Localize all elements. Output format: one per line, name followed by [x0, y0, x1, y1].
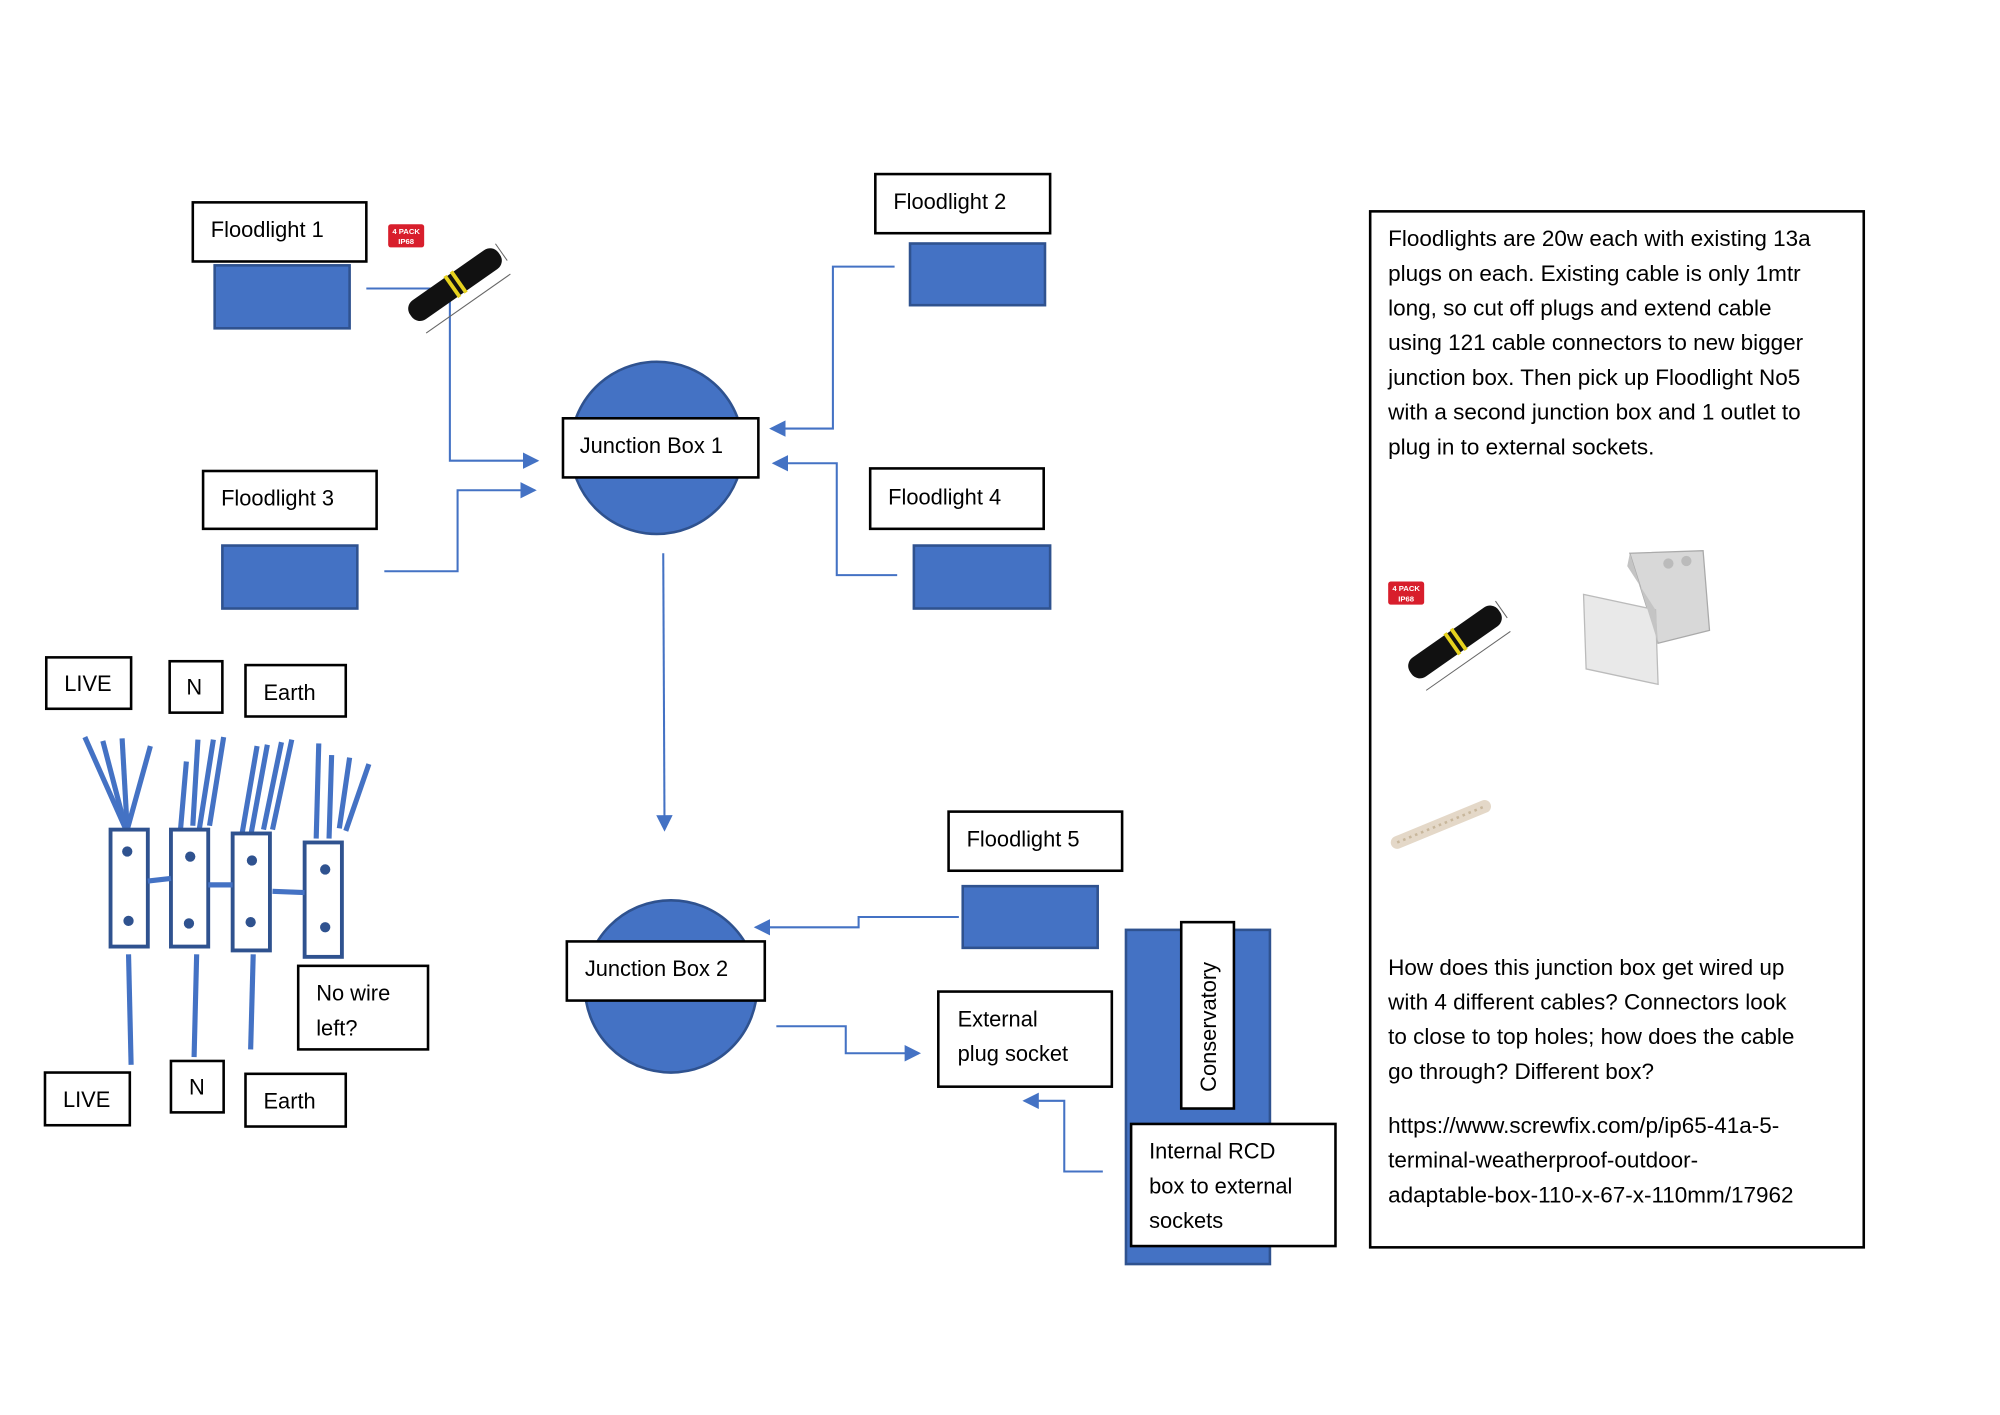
badge-rating-text: IP68 [398, 237, 415, 246]
svg-text:terminal-weatherproof-outdoor-[interactable]: terminal-weatherproof-outdoor- [1388, 1148, 1698, 1173]
badge-pack-text: 4 PACK [1392, 584, 1420, 593]
cable-connector-image: 4 PACK IP68 [388, 224, 516, 336]
connector-floodlight1-jb1 [366, 287, 540, 469]
connector-badge: 4 PACK IP68 [388, 224, 425, 248]
rcd-label-line2: box to external [1149, 1173, 1292, 1198]
junction-box-2-label: Junction Box 2 [585, 956, 728, 981]
floodlight-5-block [961, 884, 1099, 950]
floodlight-1-block [213, 264, 351, 330]
no-wire-question-line1: No wire [316, 981, 390, 1006]
svg-text:using 121 cable connectors to: using 121 cable connectors to new bigger [1388, 330, 1803, 355]
svg-text:to close to top holes; how doe: to close to top holes; how does the cabl… [1388, 1024, 1794, 1049]
terminal-wiring-sketch: LIVE N Earth No wire left? LIVE N Earth [43, 656, 430, 1128]
neutral-bottom-label: N [189, 1074, 205, 1099]
svg-text:with 4 different cables? Conne: with 4 different cables? Connectors look [1387, 990, 1787, 1015]
badge-pack-text: 4 PACK [392, 227, 420, 236]
floodlight-4-label: Floodlight 4 [888, 484, 1001, 509]
connector-rcd-socket [1022, 1092, 1103, 1173]
badge-rating-text: IP68 [1398, 594, 1415, 603]
connector-floodlight2-jb1 [769, 265, 895, 437]
junction-box-1-label: Junction Box 1 [580, 433, 723, 458]
floodlight-3-block [221, 544, 359, 610]
floodlight-2-block [908, 242, 1047, 307]
svg-text:Floodlights are 20w each with: Floodlights are 20w each with existing 1… [1388, 226, 1811, 251]
earth-bottom-label: Earth [263, 1089, 315, 1114]
svg-text:junction box. Then pick up Flo: junction box. Then pick up Floodlight No… [1387, 365, 1800, 390]
floodlight-3-label: Floodlight 3 [221, 486, 334, 511]
svg-text:go through? Different box?: go through? Different box? [1388, 1059, 1654, 1084]
connector-jb1-jb2 [656, 553, 673, 832]
conservatory-label: Conservatory [1196, 962, 1221, 1092]
rcd-label-line1: Internal RCD [1149, 1139, 1275, 1164]
earth-top-label: Earth [263, 680, 315, 705]
svg-text:long, so cut off plugs and ext: long, so cut off plugs and extend cable [1388, 295, 1771, 320]
floodlight-4-block [912, 544, 1052, 610]
svg-text:adaptable-box-110-x-67-x-110mm[interactable]: adaptable-box-110-x-67-x-110mm/17962 [1388, 1182, 1793, 1207]
wiring-diagram: Floodlight 1 4 PACK IP68 Floodlight 2 Fl… [43, 172, 1866, 1266]
notes-intro: Floodlights are 20w each with existing 1… [1387, 226, 1811, 459]
svg-text:How does this junction box get: How does this junction box get wired up [1388, 955, 1784, 980]
external-socket-label-line1: External [958, 1006, 1038, 1031]
svg-text:with a second junction box and: with a second junction box and 1 outlet … [1387, 400, 1801, 425]
svg-text:https://www.screwfix.com/p/ip6[interactable]: https://www.screwfix.com/p/ip65-41a-5- [1388, 1113, 1779, 1138]
no-wire-question-line2: left? [316, 1015, 357, 1040]
floodlight-2-label: Floodlight 2 [893, 189, 1006, 214]
connector-badge: 4 PACK IP68 [1388, 581, 1425, 605]
svg-text:plugs on each. Existing cable: plugs on each. Existing cable is only 1m… [1388, 261, 1801, 286]
connector-jb2-socket [776, 1025, 922, 1062]
svg-text:plug in to external sockets.: plug in to external sockets. [1388, 434, 1654, 459]
floodlight-5-label: Floodlight 5 [967, 826, 1080, 851]
live-top-label: LIVE [64, 671, 111, 696]
floodlight-1-label: Floodlight 1 [211, 217, 324, 242]
connector-floodlight5-jb2 [753, 915, 959, 936]
connector-floodlight3-jb1 [384, 482, 537, 573]
rcd-label-line3: sockets [1149, 1208, 1223, 1233]
external-socket-label-line2: plug socket [958, 1041, 1068, 1066]
neutral-top-label: N [186, 675, 202, 700]
live-bottom-label: LIVE [63, 1087, 110, 1112]
